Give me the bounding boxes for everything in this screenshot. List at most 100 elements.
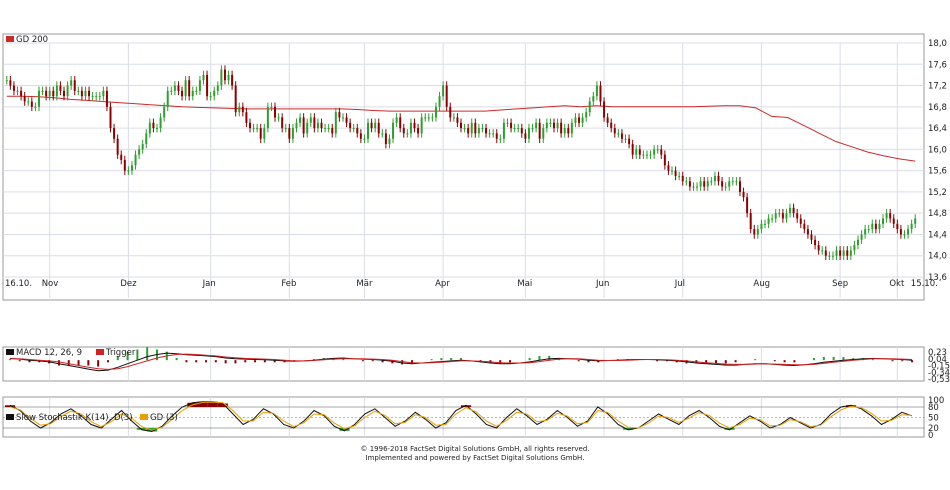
candle-body bbox=[746, 197, 749, 214]
candle-body bbox=[710, 181, 713, 183]
price-tick-label: 17,2 bbox=[928, 82, 947, 92]
candle-body bbox=[138, 149, 141, 155]
candle-body bbox=[449, 106, 452, 118]
price-tick-label: 17,6 bbox=[928, 60, 947, 70]
x-tick-label: Mär bbox=[356, 279, 373, 289]
candle-body bbox=[274, 106, 277, 118]
candle-body bbox=[764, 223, 766, 225]
candle-body bbox=[495, 133, 498, 139]
candle-body bbox=[803, 223, 806, 230]
candle-body bbox=[903, 234, 906, 236]
candle-body bbox=[59, 85, 62, 91]
candle-body bbox=[399, 117, 402, 129]
candle-body bbox=[324, 128, 327, 130]
candle-body bbox=[445, 85, 448, 107]
candle-body bbox=[288, 128, 291, 139]
candle-body bbox=[735, 181, 738, 183]
candle-body bbox=[41, 90, 44, 92]
candle-body bbox=[624, 138, 627, 140]
candle-body bbox=[9, 80, 12, 86]
candle-body bbox=[202, 74, 205, 81]
candle-body bbox=[173, 85, 176, 91]
candle-body bbox=[127, 170, 130, 172]
candle-body bbox=[631, 144, 634, 155]
x-tick-label: Dez bbox=[120, 279, 137, 289]
candle-body bbox=[824, 250, 827, 256]
candle-body bbox=[488, 133, 491, 135]
candle-body bbox=[470, 122, 473, 134]
candle-body bbox=[477, 128, 480, 134]
candle-body bbox=[95, 96, 98, 98]
gd200-legend-swatch bbox=[6, 36, 14, 42]
candle-body bbox=[638, 149, 641, 155]
candle-body bbox=[821, 250, 824, 252]
candle-body bbox=[395, 117, 398, 123]
candle-body bbox=[359, 133, 362, 139]
candle-body bbox=[513, 128, 516, 130]
candle-body bbox=[806, 229, 809, 235]
candle-body bbox=[656, 149, 659, 151]
macd-legend-swatch bbox=[6, 349, 14, 355]
candle-body bbox=[417, 128, 420, 134]
candle-body bbox=[467, 128, 470, 134]
candle-body bbox=[66, 85, 69, 97]
candle-body bbox=[588, 101, 591, 113]
x-tick-label: Mai bbox=[517, 279, 532, 289]
candle-body bbox=[585, 112, 588, 118]
gd200-legend-label: GD 200 bbox=[16, 35, 48, 45]
candle-body bbox=[749, 213, 752, 230]
candle-body bbox=[141, 144, 144, 150]
candle-body bbox=[166, 90, 169, 107]
candle-body bbox=[37, 90, 40, 107]
candle-body bbox=[910, 223, 913, 230]
candle-body bbox=[16, 90, 19, 92]
candle-body bbox=[882, 218, 885, 224]
stoch-tick-label: 50 bbox=[928, 414, 939, 424]
candle-body bbox=[653, 149, 656, 155]
x-tick-label: 16.10. bbox=[5, 279, 32, 289]
candle-body bbox=[145, 133, 148, 145]
candle-body bbox=[717, 175, 720, 182]
candle-body bbox=[245, 112, 248, 123]
candle-body bbox=[259, 128, 262, 139]
candle-body bbox=[645, 154, 648, 156]
candle-body bbox=[599, 85, 602, 102]
candle-body bbox=[234, 85, 237, 113]
candle-body bbox=[388, 138, 391, 145]
candle-body bbox=[241, 106, 244, 113]
candle-body bbox=[681, 175, 684, 182]
candle-body bbox=[88, 90, 91, 97]
candle-body bbox=[481, 128, 484, 130]
x-tick-label: Jan bbox=[202, 279, 216, 289]
candle-body bbox=[12, 85, 15, 91]
candle-body bbox=[774, 213, 777, 219]
candle-body bbox=[105, 90, 108, 107]
stoch-tick-label: 0 bbox=[928, 431, 933, 441]
candle-body bbox=[256, 128, 259, 130]
candle-body bbox=[914, 218, 917, 224]
candle-body bbox=[474, 122, 477, 134]
candle-body bbox=[320, 122, 323, 129]
candle-body bbox=[177, 85, 180, 91]
candle-body bbox=[442, 85, 445, 97]
candle-body bbox=[874, 223, 877, 230]
stoch-legend-swatch bbox=[6, 414, 14, 420]
candle-body bbox=[560, 122, 563, 134]
candle-body bbox=[120, 154, 123, 160]
x-tick-label: Jul bbox=[674, 279, 685, 289]
candle-body bbox=[713, 175, 716, 182]
candle-body bbox=[663, 154, 666, 166]
candle-body bbox=[678, 175, 681, 177]
candle-body bbox=[892, 218, 895, 224]
candle-body bbox=[842, 250, 845, 256]
x-tick-label: Apr bbox=[435, 279, 450, 289]
candle-body bbox=[499, 138, 502, 140]
candle-body bbox=[152, 122, 155, 129]
stock-chart: 18,0 17,6 17,2 16,8 16,4 16,0 15,6 15,2 14,8 14,4… bbox=[2, 33, 950, 462]
trigger-legend-swatch bbox=[96, 349, 104, 355]
candle-body bbox=[595, 85, 598, 97]
candle-body bbox=[231, 74, 234, 86]
candle-body bbox=[792, 207, 795, 214]
candle-body bbox=[338, 112, 341, 118]
candle-body bbox=[116, 138, 119, 155]
